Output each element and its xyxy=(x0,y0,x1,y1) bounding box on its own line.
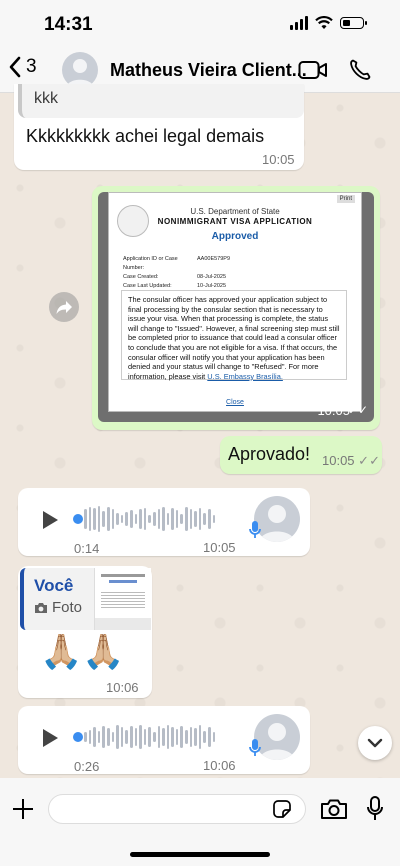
scroll-to-bottom-button[interactable] xyxy=(358,726,392,760)
document-title: NONIMMIGRANT VISA APPLICATION xyxy=(157,217,313,226)
back-button[interactable]: 3 xyxy=(8,56,37,78)
playback-position-dot[interactable] xyxy=(73,732,83,742)
image-time: 10:05 xyxy=(317,403,350,418)
document-field-row: Application ID or Case Number: AA00E579P9 xyxy=(123,256,231,271)
status-icons xyxy=(290,16,367,30)
wifi-icon xyxy=(315,16,333,29)
home-indicator xyxy=(130,852,270,857)
document-department: U.S. Department of State xyxy=(190,207,280,216)
play-icon[interactable] xyxy=(40,728,60,748)
phone-icon[interactable] xyxy=(348,58,372,82)
playback-position-dot[interactable] xyxy=(73,514,83,524)
reply-media-label: Foto xyxy=(52,599,83,616)
reply-author: Você xyxy=(34,576,74,595)
message-input-bar xyxy=(0,778,400,866)
document-status: Approved xyxy=(211,231,259,242)
message-time: 10:05 ✓✓ xyxy=(322,453,380,468)
contact-name[interactable]: Matheus Vieira Client... xyxy=(110,60,307,81)
read-receipt-icon: ✓✓ xyxy=(358,453,380,468)
video-call-icon[interactable] xyxy=(298,60,328,80)
microphone-icon[interactable] xyxy=(366,796,384,822)
message-time: 10:05 xyxy=(262,152,295,167)
camera-icon xyxy=(35,603,47,613)
voice-duration: 0:26 xyxy=(74,759,100,774)
document-paragraph: The consular officer has approved your a… xyxy=(121,290,347,381)
unread-count: 3 xyxy=(26,56,37,77)
chevron-down-icon xyxy=(367,738,383,748)
document-fields: Application ID or Case Number: AA00E579P9… xyxy=(123,255,230,291)
reply-quote[interactable]: Você Foto xyxy=(20,568,151,630)
document-field-row: Case Created: 08-Jul-2025 xyxy=(123,274,227,280)
person-icon xyxy=(66,59,94,88)
message-input[interactable] xyxy=(48,794,306,824)
sticker-icon[interactable] xyxy=(272,799,292,819)
voice-duration: 0:14 xyxy=(74,541,100,556)
microphone-icon xyxy=(249,521,261,538)
status-bar: 14:31 xyxy=(0,0,400,50)
emoji-message: 🙏🏼🙏🏼 xyxy=(40,633,125,671)
camera-icon[interactable] xyxy=(320,798,348,820)
contact-avatar[interactable] xyxy=(62,52,98,88)
read-receipt-icon: ✓✓ xyxy=(347,403,368,417)
plus-icon[interactable] xyxy=(12,798,34,820)
message-text: Aprovado! xyxy=(228,444,311,464)
message-time: 10:06 xyxy=(106,680,139,695)
message-text: Kkkkkkkkk achei legal demais xyxy=(26,126,265,146)
forward-button[interactable] xyxy=(49,292,79,322)
reply-thumbnail xyxy=(94,568,151,630)
message-time: 10:06 xyxy=(203,758,236,773)
status-time: 14:31 xyxy=(44,14,93,35)
print-label: Print xyxy=(336,195,355,203)
quoted-message[interactable]: kkk xyxy=(18,84,304,118)
play-icon[interactable] xyxy=(40,510,60,530)
visa-document-screenshot: Print U.S. Department of State NONIMMIGR… xyxy=(108,192,362,412)
voice-waveform[interactable] xyxy=(84,723,216,751)
chevron-left-icon xyxy=(9,56,21,78)
quoted-text: kkk xyxy=(34,90,58,107)
battery-icon xyxy=(340,17,367,29)
embassy-link: U.S. Embassy Brasília. xyxy=(207,371,283,381)
forward-icon xyxy=(56,301,72,314)
image-attachment[interactable]: Print U.S. Department of State NONIMMIGR… xyxy=(98,192,374,422)
voice-waveform[interactable] xyxy=(84,505,216,533)
message-time: 10:05 xyxy=(203,540,236,555)
cellular-signal-icon xyxy=(290,16,308,30)
microphone-icon xyxy=(249,739,261,756)
